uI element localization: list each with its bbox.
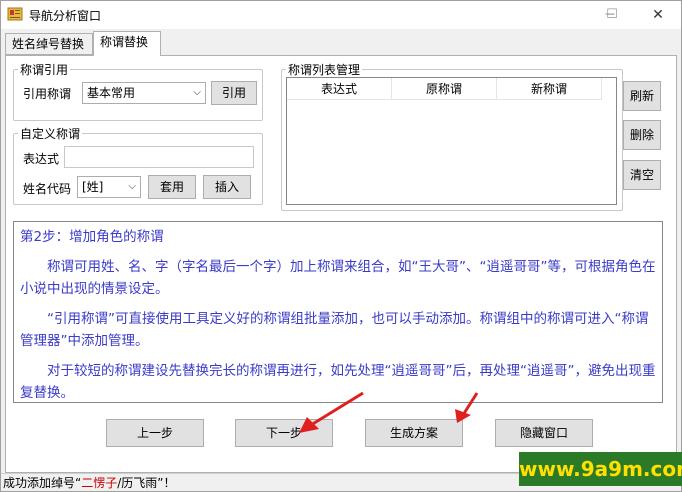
maximize-button[interactable]: ☐ bbox=[589, 1, 635, 29]
code-select[interactable]: [姓] ⌵ bbox=[77, 176, 141, 198]
delete-button[interactable]: 删除 bbox=[623, 120, 661, 150]
cite-group-legend: 称谓引用 bbox=[20, 63, 69, 77]
app-window: 导航分析窗口 ─ ☐ ✕ 姓名绰号替换 称谓替换 称谓引用 引用称谓 基本常用 … bbox=[0, 0, 682, 492]
apply-button[interactable]: 套用 bbox=[148, 175, 196, 199]
status-prefix: 成功添加绰号“ bbox=[3, 476, 82, 490]
chevron-down-icon: ⌵ bbox=[128, 181, 136, 192]
app-icon bbox=[7, 7, 23, 21]
watermark: www.9a9m.com bbox=[519, 452, 682, 486]
description-paragraph-3: 对于较短的称谓建设先替换完长的称谓再进行，如先处理“逍遥哥哥”后，再处理“逍遥哥… bbox=[20, 363, 656, 401]
custom-group-legend: 自定义称谓 bbox=[20, 127, 81, 141]
column-header-expression[interactable]: 表达式 bbox=[287, 78, 392, 100]
code-label: 姓名代码 bbox=[23, 182, 72, 196]
expr-input[interactable] bbox=[64, 146, 254, 168]
cite-select-value: 基本常用 bbox=[87, 86, 136, 100]
prev-step-button[interactable]: 上一步 bbox=[106, 419, 204, 447]
generate-plan-button[interactable]: 生成方案 bbox=[365, 419, 463, 447]
cite-button[interactable]: 引用 bbox=[211, 81, 257, 105]
chevron-down-icon: ⌵ bbox=[193, 87, 201, 98]
description-panel: 第2步：增加角色的称谓 称谓可用姓、名、字（字名最后一个字）加上称谓来组合，如“… bbox=[13, 221, 663, 403]
tab-name-nickname-replace[interactable]: 姓名绰号替换 bbox=[5, 33, 93, 55]
expr-label: 表达式 bbox=[23, 152, 60, 166]
status-name-2: 历飞雨 bbox=[121, 476, 158, 490]
window-title: 导航分析窗口 bbox=[29, 9, 102, 23]
status-suffix: ”！ bbox=[157, 476, 176, 490]
column-header-new[interactable]: 新称谓 bbox=[497, 78, 602, 100]
refresh-button[interactable]: 刷新 bbox=[623, 81, 661, 111]
insert-button[interactable]: 插入 bbox=[203, 175, 251, 199]
description-paragraph-2: “引用称谓”可直接使用工具定义好的称谓组批量添加，也可以手动添加。称谓组中的称谓… bbox=[20, 311, 649, 349]
status-name-1: 二愣子 bbox=[81, 476, 118, 490]
description-paragraph-1: 称谓可用姓、名、字（字名最后一个字）加上称谓来组合，如“王大哥”、“逍遥哥哥”等… bbox=[20, 259, 656, 297]
close-button[interactable]: ✕ bbox=[635, 1, 681, 29]
cite-label: 引用称谓 bbox=[23, 87, 72, 101]
cite-select[interactable]: 基本常用 ⌵ bbox=[82, 82, 206, 104]
description-step: 第2步：增加角色的称谓 bbox=[20, 229, 164, 245]
clear-button[interactable]: 清空 bbox=[623, 160, 661, 190]
next-step-button[interactable]: 下一步 bbox=[235, 419, 333, 447]
code-select-value: [姓] bbox=[82, 180, 104, 194]
hide-window-button[interactable]: 隐藏窗口 bbox=[495, 419, 593, 447]
tab-title-replace[interactable]: 称谓替换 bbox=[93, 31, 161, 56]
column-header-original[interactable]: 原称谓 bbox=[392, 78, 497, 100]
title-list-view[interactable]: 表达式 原称谓 新称谓 bbox=[286, 77, 617, 205]
title-bar: 导航分析窗口 ─ ☐ ✕ bbox=[1, 1, 681, 29]
list-group-legend: 称谓列表管理 bbox=[288, 63, 361, 77]
